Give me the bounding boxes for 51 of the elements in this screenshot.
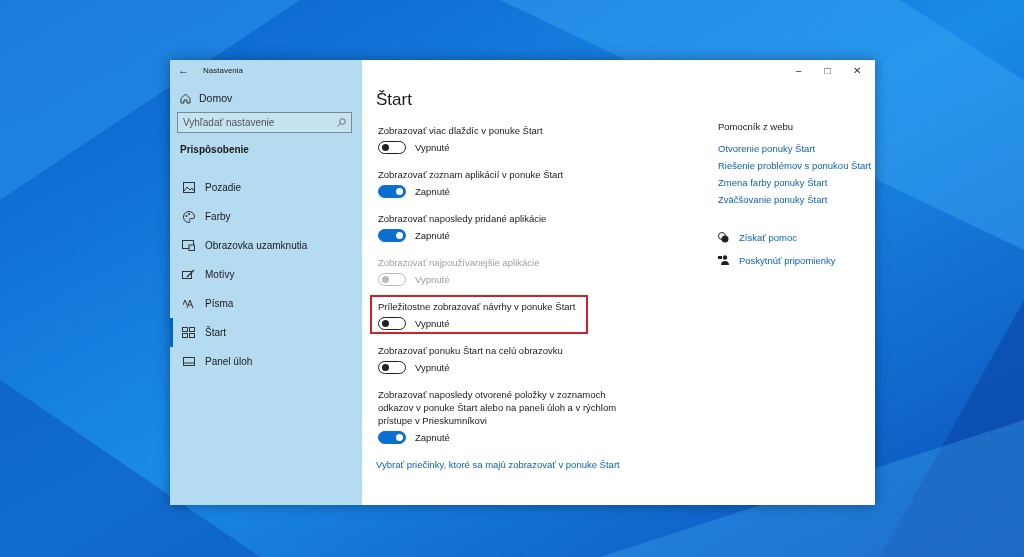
page-title: Štart: [376, 90, 413, 110]
nav-item[interactable]: Panel úloh: [170, 347, 362, 376]
screen-lock-icon: [182, 240, 195, 251]
nav-item[interactable]: Motívy: [170, 260, 362, 289]
minimize-button[interactable]: –: [784, 64, 813, 76]
get-help-link[interactable]: Získať pomoc: [739, 229, 797, 246]
help-link[interactable]: Riešenie problémov s ponukou Štart: [718, 157, 872, 174]
home-icon: [180, 92, 191, 104]
setting-label: Zobrazovať zoznam aplikácií v ponuke Štart: [378, 168, 565, 181]
maximize-button[interactable]: □: [813, 64, 842, 76]
folders-link[interactable]: Vybrať priečinky, ktoré sa majú zobrazovať v ponuke Štart: [376, 459, 620, 470]
toggle-state: Vypnuté: [415, 274, 450, 285]
toggle-switch[interactable]: [378, 431, 406, 444]
help-link[interactable]: Zmena farby ponuky Štart: [718, 174, 872, 191]
font-icon: [182, 298, 195, 309]
home-item[interactable]: Domov: [180, 92, 362, 104]
nav-item[interactable]: Obrazovka uzamknutia: [170, 231, 362, 260]
nav-item[interactable]: Farby: [170, 202, 362, 231]
toggle-switch[interactable]: [378, 229, 406, 242]
toggle-state: Vypnuté: [415, 362, 450, 373]
taskbar-icon: [182, 357, 195, 366]
toggle-state: Vypnuté: [415, 318, 450, 329]
nav-item[interactable]: Písma: [170, 289, 362, 318]
nav-item[interactable]: Pozadie: [170, 173, 362, 202]
help-link[interactable]: Otvorenie ponuky Štart: [718, 140, 872, 157]
help-heading: Pomocník z webu: [718, 121, 794, 132]
close-button[interactable]: ✕: [842, 64, 871, 76]
palette-icon: [182, 210, 195, 223]
toggle-state: Zapnuté: [415, 230, 450, 241]
search-field[interactable]: Vyhľadať nastavenie: [177, 112, 352, 133]
person-icon: [718, 255, 729, 266]
section-heading: Prispôsobenie: [180, 144, 250, 155]
toggle-state: Zapnuté: [415, 186, 450, 197]
image-icon: [182, 182, 195, 193]
setting-label: Zobrazovať najpoužívanejšie aplikácie: [378, 256, 541, 269]
start-layout-icon: [182, 327, 195, 338]
brush-icon: [182, 269, 195, 280]
window-title: Nastavenia: [203, 65, 244, 75]
setting-label: Zobrazovať naposledy otvorené položky v zoznamoch odkazov v ponuke Štart alebo na paneli úloh a v rýchlom prístupe v Prieskumníkovi: [378, 388, 618, 427]
setting-label: Príležitostne zobrazovať návrhy v ponuke Štart: [378, 300, 577, 313]
help-link[interactable]: Zväčšovanie ponuky Štart: [718, 191, 872, 208]
toggle-state: Zapnuté: [415, 432, 450, 443]
back-button[interactable]: ←: [178, 64, 189, 76]
feedback-link[interactable]: Poskytnúť pripomienky: [739, 252, 836, 269]
toggle-switch[interactable]: [378, 185, 406, 198]
setting-label: Zobrazovať ponuku Štart na celú obrazovku: [378, 344, 564, 357]
chat-icon: [718, 232, 729, 243]
toggle-state: Vypnuté: [415, 142, 450, 153]
setting-label: Zobrazovať viac dlaždíc v ponuke Štart: [378, 124, 544, 137]
search-icon: [337, 118, 346, 127]
setting-label: Zobrazovať naposledy pridané aplikácie: [378, 212, 548, 225]
